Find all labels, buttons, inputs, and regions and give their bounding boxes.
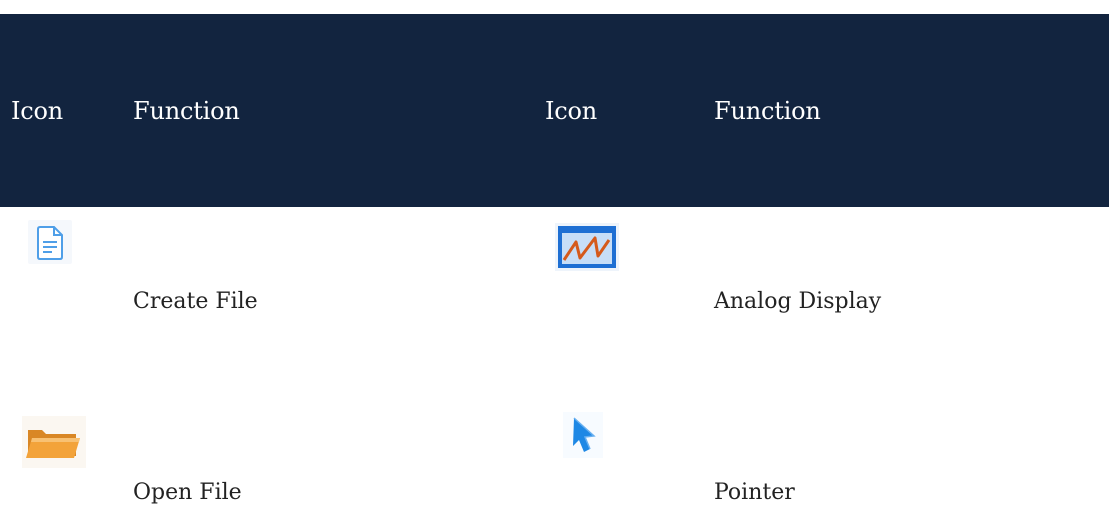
function-pointer: Pointer (714, 480, 795, 505)
header-icon-col-2: Icon (545, 96, 598, 125)
analog-display-icon (552, 220, 622, 274)
header-function-col-1: Function (133, 96, 240, 125)
open-folder-icon (20, 414, 88, 470)
function-open-file: Open File (133, 480, 242, 505)
header-function-col-2: Function (714, 96, 821, 125)
header-icon-col-1: Icon (11, 96, 64, 125)
function-analog-display: Analog Display (714, 289, 882, 314)
top-margin (0, 0, 1109, 14)
document-file-icon (24, 216, 76, 268)
table-header-row: Icon Function Icon Function (0, 14, 1109, 207)
function-create-file: Create File (133, 289, 258, 314)
pointer-cursor-icon (563, 412, 603, 458)
